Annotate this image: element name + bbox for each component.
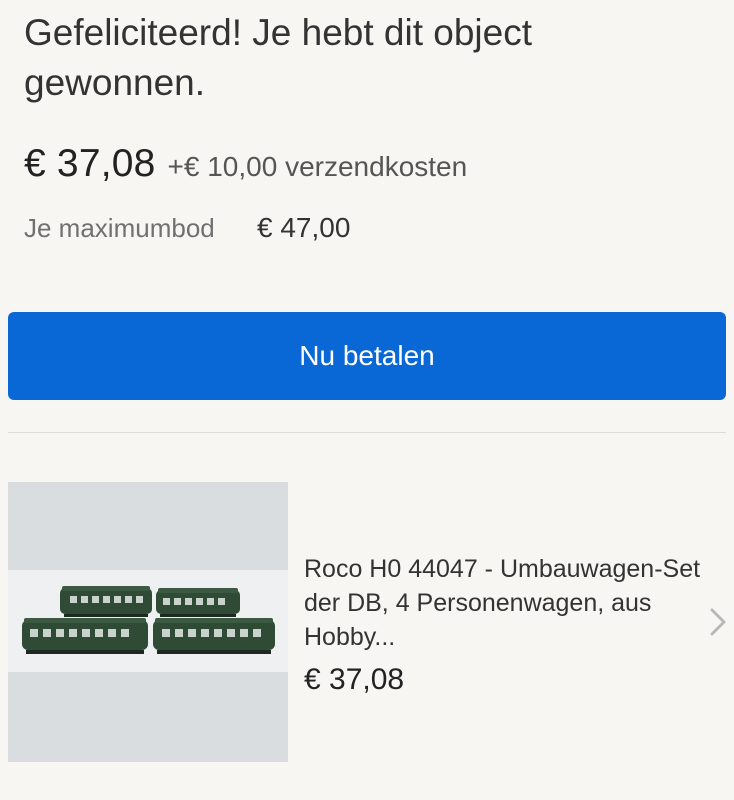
item-row[interactable]: Roco H0 44047 - Umbauwagen-Set der DB, 4… [8, 482, 734, 762]
max-bid-value: € 47,00 [257, 212, 351, 243]
price-row: € 37,08 +€ 10,00 verzendkosten [24, 142, 467, 186]
train-cars-photo [8, 482, 288, 762]
item-info: Roco H0 44047 - Umbauwagen-Set der DB, 4… [304, 552, 704, 700]
shipping-cost: +€ 10,00 verzendkosten [167, 151, 468, 182]
train-car-1 [60, 586, 152, 617]
item-title: Roco H0 44047 - Umbauwagen-Set der DB, 4… [304, 555, 701, 651]
winning-price: € 37,08 [24, 142, 156, 185]
won-item-page: Gefeliciteerd! Je hebt dit object gewonn… [0, 0, 734, 800]
page-title: Gefeliciteerd! Je hebt dit object gewonn… [24, 12, 533, 103]
max-bid-label: Je maximumbod [24, 213, 215, 243]
train-car-2 [156, 588, 240, 617]
item-price: € 37,08 [304, 663, 405, 696]
chevron-right-icon[interactable] [708, 604, 728, 640]
train-car-4 [153, 618, 275, 654]
divider [8, 432, 726, 433]
item-thumbnail[interactable] [8, 482, 288, 762]
train-car-3 [22, 618, 148, 654]
pay-now-button[interactable]: Nu betalen [8, 312, 726, 400]
